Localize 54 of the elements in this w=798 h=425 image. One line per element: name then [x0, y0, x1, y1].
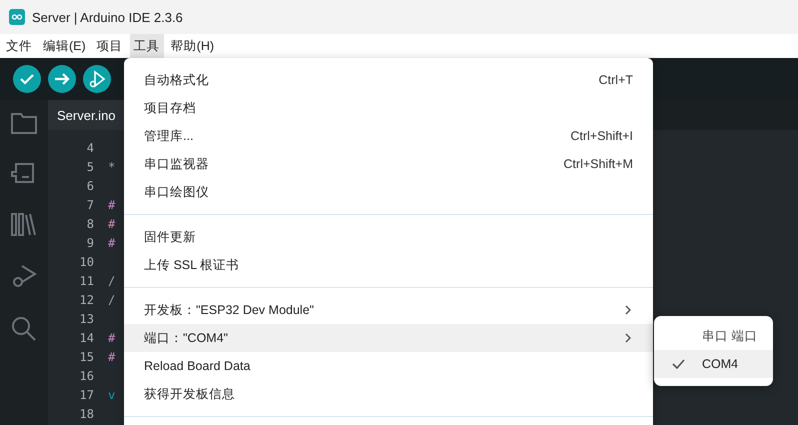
line-number: 13 [78, 312, 94, 326]
line-number: 7 [86, 198, 94, 212]
debug-play-icon[interactable] [83, 65, 111, 93]
menu-item[interactable]: 自动格式化 Ctrl+T [124, 66, 653, 94]
menu-item[interactable]: 端口："COM4" [124, 324, 653, 352]
menu-item[interactable]: 项目存档 [124, 94, 653, 122]
folder-icon[interactable] [11, 112, 37, 134]
menu-item[interactable]: 开发板："ESP32 Dev Module" [124, 296, 653, 324]
code-text: / [108, 274, 116, 288]
code-text: # [108, 236, 116, 250]
code-text: # [108, 198, 116, 212]
menu-bar-item[interactable]: 工具 [130, 34, 164, 58]
code-text: / [108, 292, 116, 306]
line-number: 8 [86, 216, 94, 230]
menu-bar-item[interactable]: 编辑(E) [39, 34, 90, 58]
debug-bug-icon[interactable] [11, 264, 37, 288]
window-title: Server | Arduino IDE 2.3.6 [32, 10, 183, 24]
line-number: 14 [78, 330, 94, 344]
line-number: 6 [86, 178, 94, 192]
library-books-icon[interactable] [11, 212, 37, 236]
infinity-logo-icon [9, 9, 25, 25]
menu-item[interactable]: Reload Board Data [124, 352, 653, 380]
code-text: # [108, 216, 116, 230]
code-text: v [108, 388, 116, 402]
chevron-right-icon [625, 333, 631, 343]
menu-item[interactable]: 串口监视器 Ctrl+Shift+M [124, 150, 653, 178]
menu-item[interactable]: 串口绘图仪 [124, 178, 653, 206]
search-icon[interactable] [11, 316, 37, 342]
menu-item[interactable]: 上传 SSL 根证书 [124, 251, 653, 279]
board-icon[interactable] [11, 162, 37, 184]
file-tab[interactable]: Server.ino [48, 100, 125, 130]
menu-bar-item[interactable]: 帮助(H) [166, 34, 218, 58]
code-text: * [108, 160, 116, 174]
submenu-header: 串口 端口 [701, 328, 758, 345]
line-number: 10 [78, 254, 94, 268]
line-number: 4 [86, 140, 94, 154]
port-option[interactable]: COM4 [654, 350, 773, 378]
line-number: 15 [78, 350, 94, 364]
code-text: # [108, 350, 116, 364]
line-number: 5 [86, 160, 94, 174]
line-number: 9 [86, 236, 94, 250]
menu-item[interactable]: 管理库... Ctrl+Shift+I [124, 122, 653, 150]
menu-bar-item[interactable]: 项目 [92, 34, 127, 58]
line-number: 17 [78, 388, 94, 402]
line-number: 16 [78, 368, 94, 382]
line-number: 18 [78, 406, 94, 420]
menu-bar-item[interactable]: 文件 [2, 34, 36, 58]
menu-item[interactable]: 固件更新 [124, 223, 653, 251]
line-number: 12 [78, 292, 94, 306]
code-text: # [108, 330, 116, 344]
verify-check-icon[interactable] [13, 65, 41, 93]
menu-item[interactable]: 获得开发板信息 [124, 380, 653, 408]
line-number: 11 [78, 274, 94, 288]
chevron-right-icon [625, 305, 631, 315]
